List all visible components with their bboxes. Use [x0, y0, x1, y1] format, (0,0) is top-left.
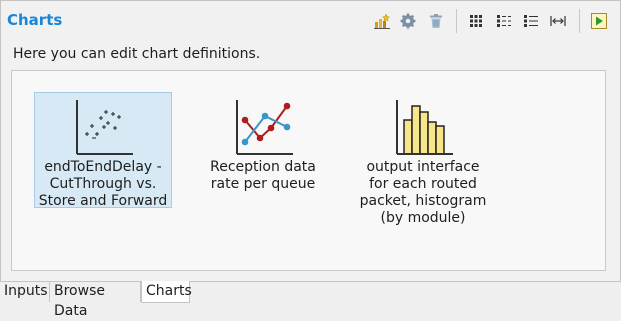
chart-item-scatter[interactable]: endToEndDelay - CutThrough vs. Store and… — [34, 92, 172, 209]
panel-title: Charts — [7, 11, 63, 29]
chart-list[interactable]: endToEndDelay - CutThrough vs. Store and… — [11, 70, 606, 271]
histogram-chart-icon — [396, 100, 453, 155]
fit-width-button[interactable] — [549, 12, 567, 30]
scatter-chart-icon — [76, 100, 133, 155]
editor-tabs: Inputs Browse Data Charts — [0, 281, 621, 319]
chart-item-histogram[interactable]: output interface for each routed packet,… — [354, 92, 492, 226]
properties-button[interactable] — [399, 12, 417, 30]
list-view-button[interactable] — [495, 12, 513, 30]
run-button[interactable] — [590, 12, 608, 30]
toolbar-separator — [456, 9, 457, 33]
fit-width-icon — [550, 16, 566, 26]
details-view-button[interactable] — [522, 12, 540, 30]
panel-description: Here you can edit chart definitions. — [13, 46, 261, 62]
run-icon — [591, 13, 607, 29]
delete-button[interactable] — [427, 12, 445, 30]
panel-header: Charts — [1, 1, 620, 39]
list-view-icon — [497, 15, 511, 27]
tab-browse-data[interactable]: Browse Data — [50, 281, 141, 319]
line-chart-icon — [236, 100, 293, 155]
icon-view-button[interactable] — [467, 12, 485, 30]
chart-item-line[interactable]: Reception data rate per queue — [194, 92, 332, 208]
toolbar-separator — [579, 9, 580, 33]
chart-label: Reception data rate per queue — [210, 159, 316, 192]
trash-icon — [430, 14, 442, 28]
tab-charts[interactable]: Charts — [141, 281, 192, 303]
details-view-icon — [524, 15, 538, 27]
chart-label: endToEndDelay - CutThrough vs. Store and… — [38, 159, 168, 209]
grid-view-icon — [470, 15, 482, 27]
tab-inputs[interactable]: Inputs — [0, 281, 50, 302]
charts-panel: Charts Here you can edit chart definitio… — [0, 0, 621, 282]
new-chart-icon — [374, 13, 390, 29]
gear-icon — [400, 13, 416, 29]
chart-label: output interface for each routed packet,… — [359, 159, 487, 226]
new-chart-button[interactable] — [373, 12, 391, 30]
